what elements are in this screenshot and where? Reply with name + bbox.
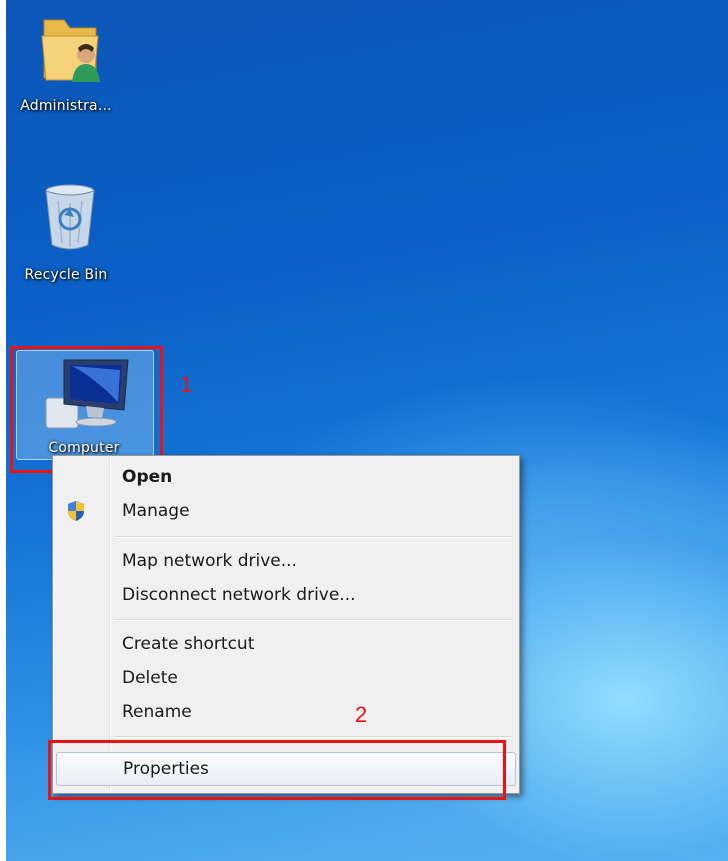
annotation-number-2: 2 xyxy=(355,702,368,727)
recycle-bin-icon xyxy=(45,184,95,250)
menu-item-label: Map network drive... xyxy=(122,551,297,571)
user-folder-icon xyxy=(41,19,100,82)
menu-item-label: Rename xyxy=(122,702,192,722)
desktop-icon-label: Recycle Bin xyxy=(24,267,108,283)
menu-item-label: Manage xyxy=(122,501,190,521)
menu-item-map-network-drive[interactable]: Map network drive... xyxy=(56,545,516,577)
menu-item-label: Create shortcut xyxy=(122,634,255,654)
menu-item-delete[interactable]: Delete xyxy=(56,662,516,694)
menu-separator xyxy=(115,619,513,621)
desktop-icon-administrator[interactable]: Administra... xyxy=(6,6,126,126)
menu-item-label: Open xyxy=(122,467,173,487)
menu-item-label: Delete xyxy=(122,668,178,688)
annotation-box-2 xyxy=(48,740,506,800)
desktop-icon-recycle-bin[interactable]: Recycle Bin xyxy=(6,175,126,295)
menu-item-manage[interactable]: Manage xyxy=(56,495,516,527)
menu-separator xyxy=(115,736,513,738)
uac-shield-icon xyxy=(68,501,84,521)
menu-item-open[interactable]: Open xyxy=(56,461,516,493)
menu-item-rename[interactable]: Rename xyxy=(56,696,516,728)
menu-item-disconnect-network-drive[interactable]: Disconnect network drive... xyxy=(56,579,516,611)
menu-item-label: Disconnect network drive... xyxy=(122,585,356,605)
annotation-box-1 xyxy=(10,346,163,473)
annotation-number-1: 1 xyxy=(180,372,193,397)
menu-separator xyxy=(115,536,513,538)
desktop-icon-label: Administra... xyxy=(20,98,112,114)
menu-item-create-shortcut[interactable]: Create shortcut xyxy=(56,628,516,660)
